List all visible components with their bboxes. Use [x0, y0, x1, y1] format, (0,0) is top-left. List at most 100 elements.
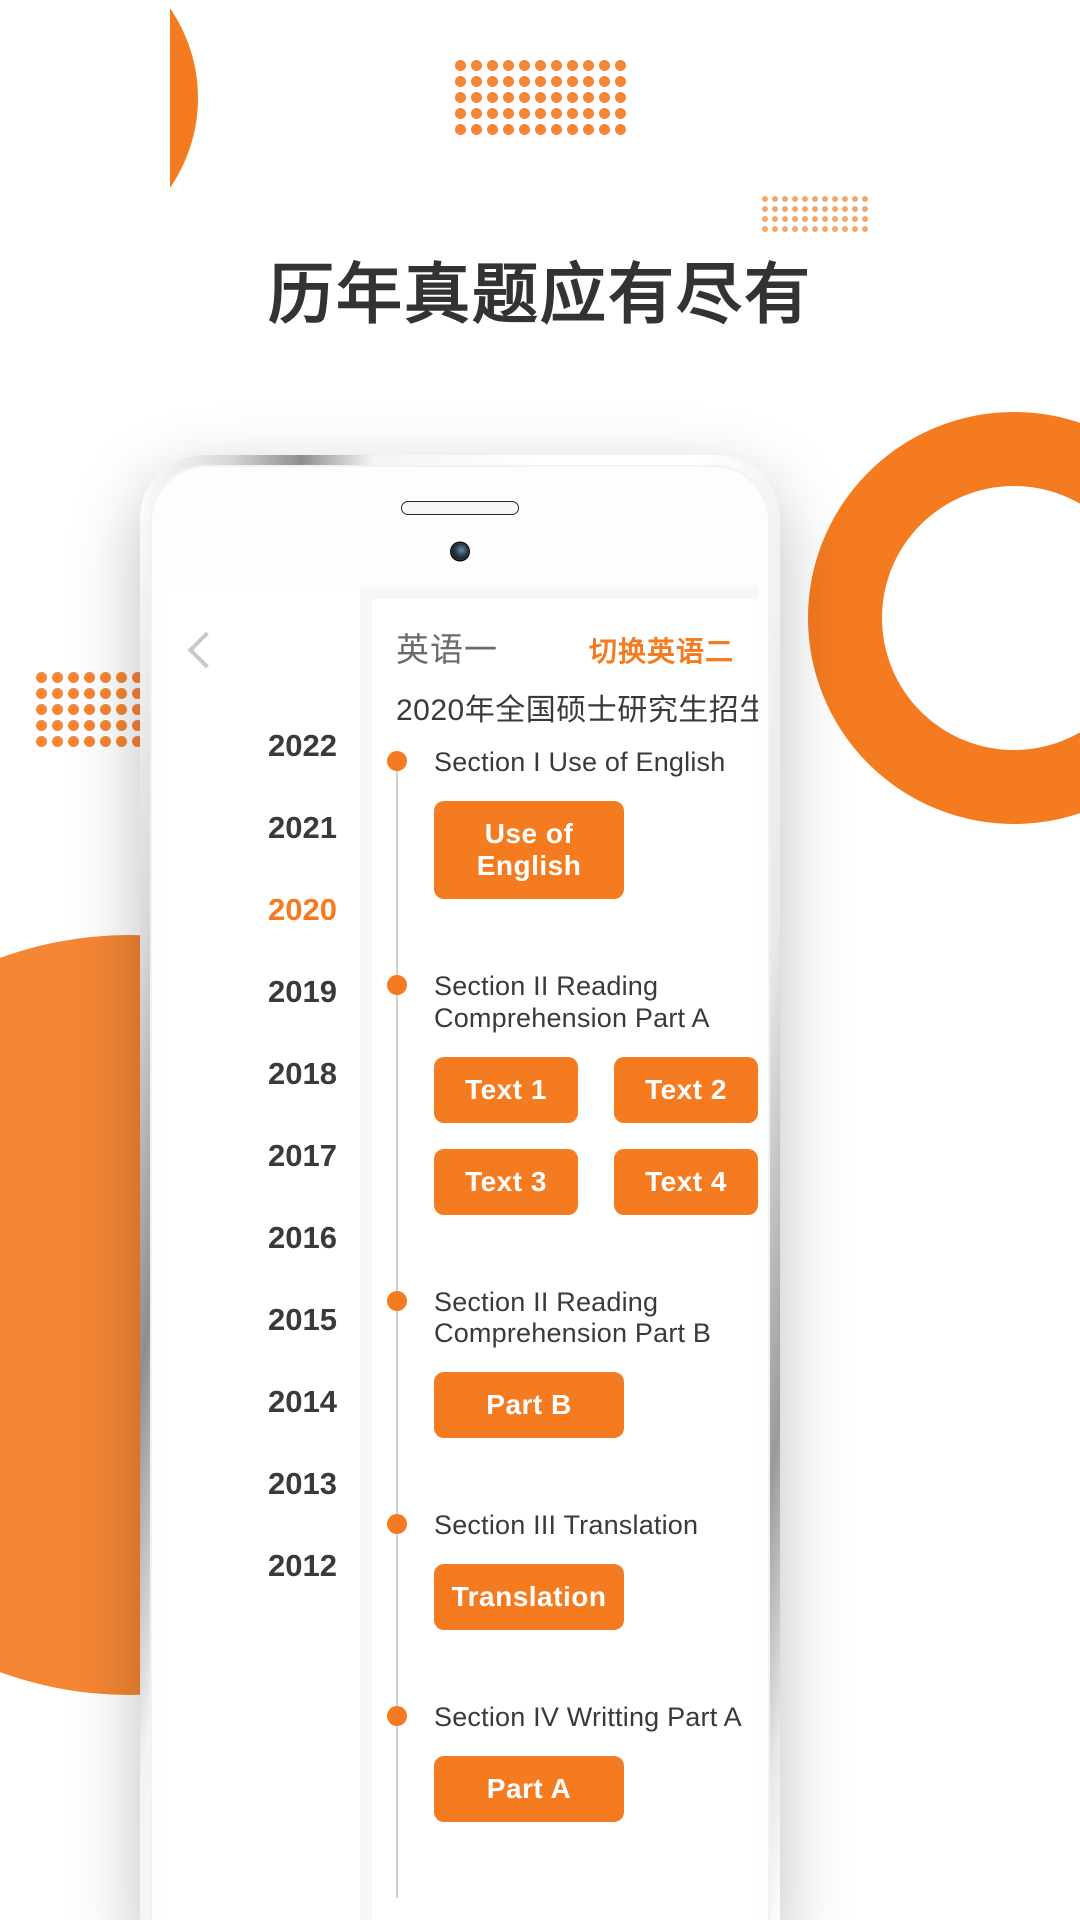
year-item-2018[interactable]: 2018 — [250, 1033, 360, 1115]
year-item-2012[interactable]: 2012 — [250, 1525, 360, 1607]
decor-dot — [503, 92, 514, 103]
content-card: 英语一 切换英语二 2020年全国硕士研究生招生考试 Section I Use… — [372, 599, 758, 1920]
paper-button-translation[interactable]: Translation — [434, 1564, 624, 1631]
decor-dot — [762, 206, 768, 212]
year-item-2013[interactable]: 2013 — [250, 1443, 360, 1525]
paper-button-text-4[interactable]: Text 4 — [614, 1148, 758, 1215]
decor-dot — [599, 124, 610, 135]
decor-dot — [100, 672, 111, 683]
chevron-left-icon[interactable] — [187, 631, 225, 669]
section-button-row: Part A — [434, 1756, 758, 1823]
decor-dot-grid-left — [36, 672, 148, 752]
paper-button-text-1[interactable]: Text 1 — [434, 1056, 578, 1123]
decor-dot — [84, 704, 95, 715]
decor-dot — [36, 672, 47, 683]
year-label: 2019 — [268, 974, 337, 1009]
decor-dot — [84, 736, 95, 747]
content-pane: 英语一 切换英语二 2020年全国硕士研究生招生考试 Section I Use… — [360, 587, 758, 1920]
exam-title: 2020年全国硕士研究生招生考试 — [396, 694, 758, 727]
year-item-2016[interactable]: 2016 — [250, 1197, 360, 1279]
decor-dot — [832, 206, 838, 212]
year-item-2015[interactable]: 2015 — [250, 1279, 360, 1361]
decor-dot — [862, 196, 868, 202]
decor-dot — [862, 226, 868, 232]
decor-dot — [567, 60, 578, 71]
paper-button-part-b[interactable]: Part B — [434, 1372, 624, 1439]
year-item-2017[interactable]: 2017 — [250, 1115, 360, 1197]
decor-dot — [68, 672, 79, 683]
year-label: 2021 — [268, 810, 337, 845]
decor-dot — [615, 108, 626, 119]
decor-dot — [116, 720, 127, 731]
decor-dot — [782, 216, 788, 222]
decor-dot — [68, 736, 79, 747]
year-item-2014[interactable]: 2014 — [250, 1361, 360, 1443]
year-item-2021[interactable]: 2021 — [250, 787, 360, 869]
decor-dot — [822, 196, 828, 202]
decor-dot — [583, 108, 594, 119]
year-item-2020[interactable]: 2020 — [250, 869, 360, 951]
decor-dot — [471, 76, 482, 87]
decor-dot — [772, 206, 778, 212]
year-label: 2018 — [268, 1056, 337, 1091]
decor-dot — [471, 108, 482, 119]
decor-dot — [551, 76, 562, 87]
app-header: 英语一 切换英语二 — [372, 599, 758, 671]
decor-dot — [583, 60, 594, 71]
decor-dot — [615, 60, 626, 71]
decor-dot — [583, 76, 594, 87]
decor-dot — [84, 720, 95, 731]
decor-dot — [852, 216, 858, 222]
decor-dot — [822, 206, 828, 212]
decor-dot — [762, 226, 768, 232]
decor-dot — [84, 672, 95, 683]
decor-dot — [535, 76, 546, 87]
poster-canvas: 历年真题应有尽有 2022 2021 2020 2019 2018 2017 2016 201… — [0, 0, 1080, 1920]
decor-dot — [832, 196, 838, 202]
decor-dot — [812, 226, 818, 232]
decor-dot — [52, 704, 63, 715]
page-title: 历年真题应有尽有 — [268, 256, 812, 333]
decor-dot — [519, 92, 530, 103]
decor-dot — [535, 60, 546, 71]
paper-button-part-a[interactable]: Part A — [434, 1756, 624, 1823]
decor-dot — [52, 688, 63, 699]
paper-button-use-of-english[interactable]: Use of English — [434, 800, 624, 899]
decor-dot — [535, 92, 546, 103]
decor-dot — [535, 124, 546, 135]
section-label: Section I Use of English — [434, 747, 726, 777]
decor-dot — [599, 108, 610, 119]
timeline-dot-icon — [387, 974, 407, 995]
decor-dot — [68, 704, 79, 715]
decor-dot — [84, 688, 95, 699]
decor-dot — [116, 736, 127, 747]
year-label: 2017 — [268, 1138, 337, 1173]
section-button-row: Text 3 Text 4 — [434, 1148, 758, 1215]
decor-dot — [36, 720, 47, 731]
decor-dot — [862, 206, 868, 212]
decor-dot — [455, 108, 466, 119]
decor-dot — [567, 76, 578, 87]
year-item-2019[interactable]: 2019 — [250, 951, 360, 1033]
decor-dot — [792, 206, 798, 212]
decor-dot — [842, 216, 848, 222]
year-item-2022[interactable]: 2022 — [250, 705, 360, 787]
decor-dot — [519, 76, 530, 87]
decor-dot — [772, 216, 778, 222]
decor-dot — [519, 60, 530, 71]
switch-subject-button[interactable]: 切换英语二 — [589, 630, 734, 670]
paper-button-text-3[interactable]: Text 3 — [434, 1148, 578, 1215]
decor-dot — [52, 720, 63, 731]
decor-dot — [100, 736, 111, 747]
decor-dot — [52, 736, 63, 747]
section-button-row: Part B — [434, 1372, 758, 1439]
decor-dot — [792, 226, 798, 232]
paper-button-text-2[interactable]: Text 2 — [614, 1056, 758, 1123]
decor-ring-right — [808, 412, 1080, 824]
year-label: 2012 — [268, 1548, 337, 1583]
decor-dot — [68, 720, 79, 731]
decor-dot — [551, 92, 562, 103]
decor-dot — [812, 206, 818, 212]
year-sidebar[interactable]: 2022 2021 2020 2019 2018 2017 2016 2015 2014 2013… — [250, 587, 360, 1920]
decor-dot — [599, 60, 610, 71]
